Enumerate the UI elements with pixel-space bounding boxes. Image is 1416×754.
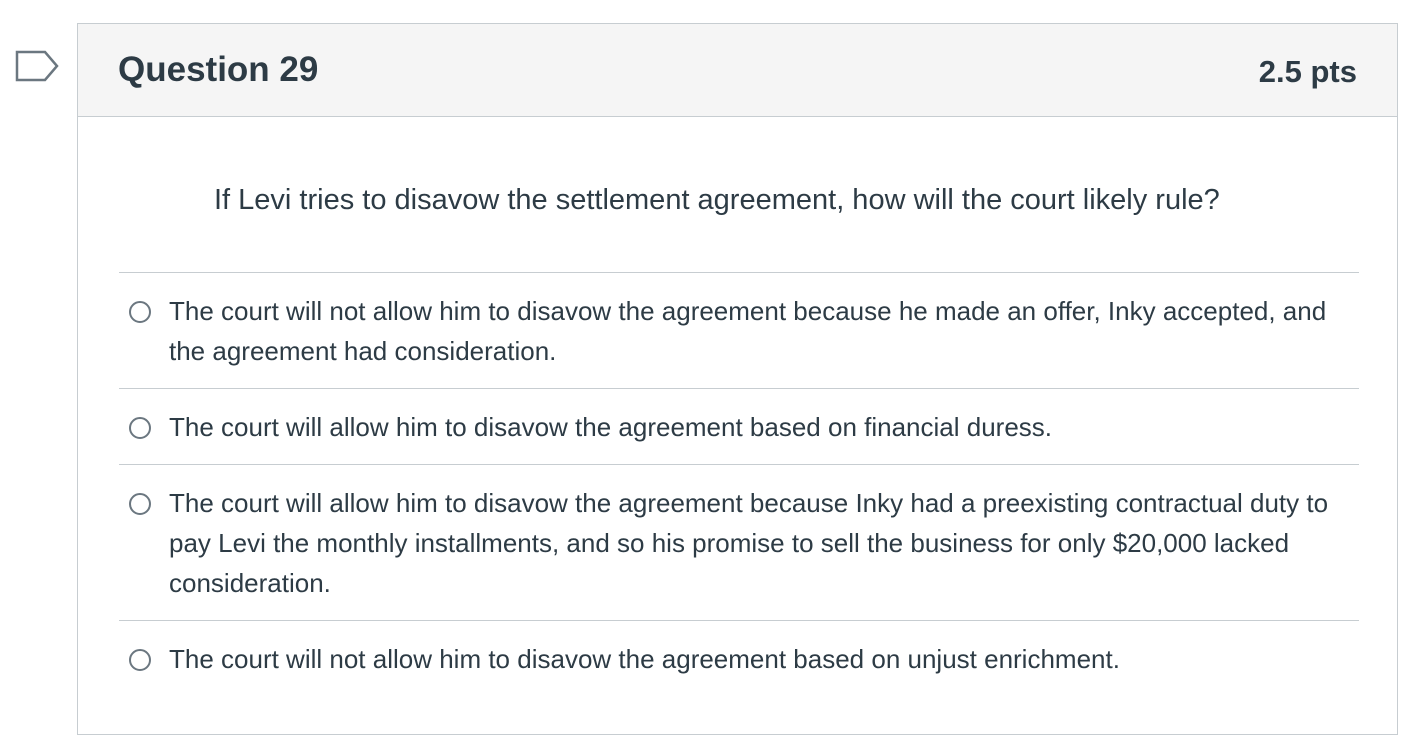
- answer-label: The court will allow him to disavow the …: [169, 412, 1053, 442]
- question-title: Question 29: [118, 50, 319, 89]
- answer-option[interactable]: The court will not allow him to disavow …: [119, 621, 1359, 701]
- answer-option[interactable]: The court will allow him to disavow the …: [119, 465, 1359, 621]
- question-text: If Levi tries to disavow the settlement …: [214, 184, 1220, 216]
- answer-label: The court will not allow him to disavow …: [169, 296, 1327, 366]
- question-header: Question 29 2.5 pts: [78, 24, 1397, 117]
- answer-label: The court will allow him to disavow the …: [169, 488, 1329, 598]
- radio-button[interactable]: [129, 493, 151, 515]
- question-card: Question 29 2.5 pts If Levi tries to dis…: [77, 23, 1398, 735]
- answer-option[interactable]: The court will allow him to disavow the …: [119, 389, 1359, 465]
- radio-button[interactable]: [129, 417, 151, 439]
- radio-button[interactable]: [129, 649, 151, 671]
- answer-option[interactable]: The court will not allow him to disavow …: [119, 273, 1359, 389]
- answer-label: The court will not allow him to disavow …: [169, 644, 1120, 674]
- answer-list: The court will not allow him to disavow …: [119, 272, 1359, 701]
- question-points: 2.5 pts: [1258, 54, 1357, 89]
- radio-button[interactable]: [129, 301, 151, 323]
- flag-question-icon[interactable]: [15, 50, 59, 86]
